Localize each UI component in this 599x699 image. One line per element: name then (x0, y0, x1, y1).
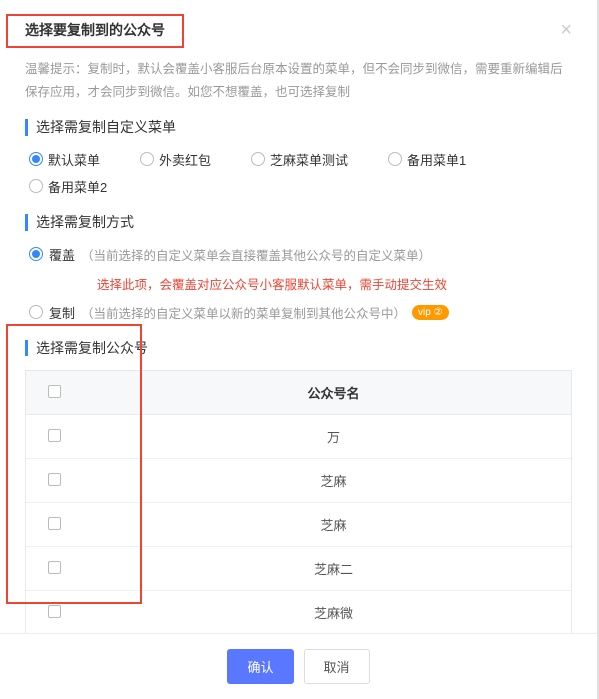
table-row: 芝麻 (26, 459, 571, 503)
account-name-cell: 万 (96, 415, 571, 459)
menu-radio-label: 备用菜单1 (407, 150, 466, 169)
section-menu-title: 选择需复制自定义菜单 (25, 119, 572, 136)
row-checkbox[interactable] (48, 429, 61, 442)
method-desc: （当前选择的自定义菜单会直接覆盖其他公众号的自定义菜单） (81, 245, 431, 264)
row-checkbox[interactable] (48, 473, 61, 486)
method-option-overwrite[interactable]: 覆盖 （当前选择的自定义菜单会直接覆盖其他公众号的自定义菜单） (29, 245, 572, 264)
table-row: 芝麻微 (26, 591, 571, 635)
menu-radio-label: 芝麻菜单测试 (270, 150, 348, 169)
menu-radio-option[interactable]: 备用菜单1 (388, 150, 466, 169)
menu-radio-option[interactable]: 外卖红包 (140, 150, 211, 169)
select-all-checkbox[interactable] (48, 385, 61, 398)
accounts-table: 公众号名 万芝麻芝麻芝麻二芝麻微 (25, 370, 572, 635)
row-checkbox[interactable] (48, 561, 61, 574)
menu-radio-option[interactable]: 默认菜单 (29, 150, 100, 169)
section-method-title: 选择需复制方式 (25, 214, 572, 231)
row-checkbox[interactable] (48, 517, 61, 530)
menu-radio-option[interactable]: 芝麻菜单测试 (251, 150, 348, 169)
dialog-title: 选择要复制到的公众号 (25, 20, 165, 40)
method-label: 覆盖 (49, 245, 75, 264)
account-name-cell: 芝麻二 (96, 547, 571, 591)
method-option-copy[interactable]: 复制 （当前选择的自定义菜单以新的菜单复制到其他公众号中） vip ② (29, 303, 572, 322)
close-icon[interactable]: × (560, 20, 572, 40)
hint-text: 温馨提示：复制时，默认会覆盖小客服后台原本设置的菜单，但不会同步到微信，需要重新… (25, 58, 572, 103)
method-warning: 选择此项，会覆盖对应公众号小客服默认菜单，需手动提交生效 (97, 274, 572, 293)
account-name-cell: 芝麻微 (96, 591, 571, 635)
row-checkbox[interactable] (48, 605, 61, 618)
table-row: 芝麻 (26, 503, 571, 547)
cancel-button[interactable]: 取消 (304, 649, 370, 684)
method-label: 复制 (49, 303, 75, 322)
menu-radio-label: 默认菜单 (48, 150, 100, 169)
account-name-cell: 芝麻 (96, 503, 571, 547)
table-row: 万 (26, 415, 571, 459)
table-row: 芝麻二 (26, 547, 571, 591)
account-name-cell: 芝麻 (96, 459, 571, 503)
menu-radio-option[interactable]: 备用菜单2 (29, 177, 107, 196)
section-accounts-title: 选择需复制公众号 (25, 340, 572, 357)
method-desc: （当前选择的自定义菜单以新的菜单复制到其他公众号中） (81, 303, 406, 322)
menu-radio-label: 备用菜单2 (48, 177, 107, 196)
vip-badge: vip ② (412, 305, 449, 320)
menu-radio-label: 外卖红包 (159, 150, 211, 169)
confirm-button[interactable]: 确认 (227, 649, 293, 684)
column-header-name: 公众号名 (96, 371, 571, 415)
